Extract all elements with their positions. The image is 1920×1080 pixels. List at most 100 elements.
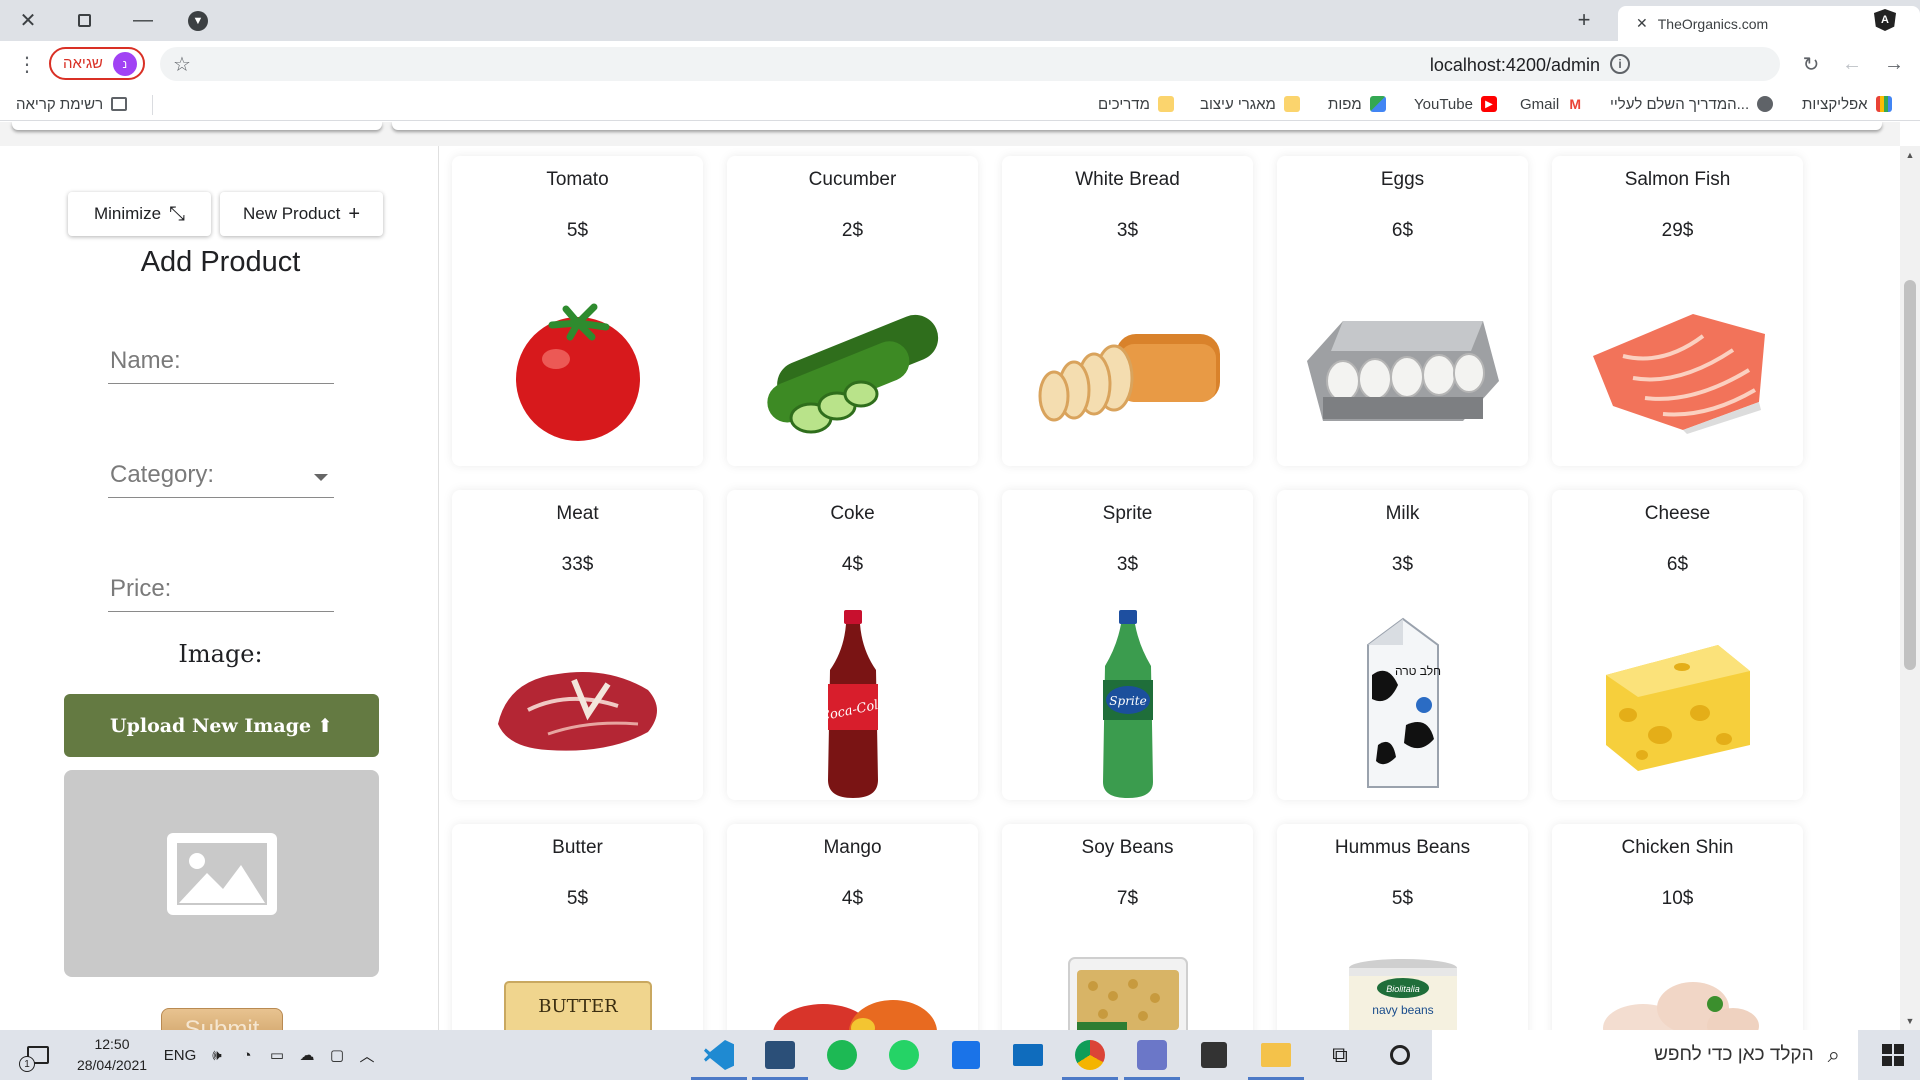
product-card-white-bread[interactable]: White Bread 3$ xyxy=(1002,156,1253,466)
beans-can-image: Biolitalia navy beans xyxy=(1348,959,1457,1030)
store-icon xyxy=(1201,1042,1227,1068)
calendar-app[interactable] xyxy=(946,1035,986,1075)
mongodb-compass-app[interactable] xyxy=(1124,1035,1180,1080)
site-info-icon[interactable]: i xyxy=(1610,54,1630,74)
wifi-icon[interactable]: ◔ xyxy=(234,1030,260,1080)
notification-count: 1 xyxy=(19,1056,35,1072)
cortana-button[interactable] xyxy=(1380,1035,1420,1075)
bookmark-design-repos[interactable]: מאגרי עיצוב xyxy=(1200,93,1300,115)
product-image: Coca-Cola xyxy=(727,610,978,800)
input-language[interactable]: ENG xyxy=(162,1030,198,1080)
submit-button[interactable]: Submit xyxy=(161,1008,283,1030)
product-price: 6$ xyxy=(1666,554,1689,575)
product-card-sprite[interactable]: Sprite 3$ Sprite xyxy=(1002,490,1253,800)
close-window-button[interactable]: ✕ xyxy=(0,0,56,41)
product-price: 29$ xyxy=(1661,220,1694,241)
product-card-meat[interactable]: Meat 33$ xyxy=(452,490,703,800)
price-field[interactable]: Price: xyxy=(108,564,334,612)
apps-grid-icon xyxy=(1875,96,1892,112)
start-button[interactable] xyxy=(1866,1030,1920,1080)
store-app[interactable] xyxy=(1194,1035,1234,1075)
product-card-coke[interactable]: Coke 4$ Coca-Cola xyxy=(727,490,978,800)
compass-icon xyxy=(1137,1040,1167,1070)
product-card-milk[interactable]: Milk 3$ חלב טרה xyxy=(1277,490,1528,800)
language-label: ENG xyxy=(163,1046,197,1064)
meet-now-icon[interactable]: ▢ xyxy=(324,1030,350,1080)
product-card-mango[interactable]: Mango 4$ xyxy=(727,824,978,1030)
menu-button[interactable]: ⋮ xyxy=(13,50,41,78)
cortana-icon xyxy=(1390,1045,1410,1065)
bookmark-guides[interactable]: מדריכים xyxy=(1098,93,1174,115)
beans-brand-text: Biolitalia xyxy=(1386,984,1420,994)
product-card-tomato[interactable]: Tomato 5$ xyxy=(452,156,703,466)
task-view-button[interactable]: ⧉ xyxy=(1320,1035,1360,1075)
tab-search-button[interactable]: ▼ xyxy=(170,0,226,41)
name-input[interactable] xyxy=(108,336,334,383)
vscode-app[interactable] xyxy=(691,1035,747,1080)
product-card-soy-beans[interactable]: Soy Beans 7$ xyxy=(1002,824,1253,1030)
scroll-thumb[interactable] xyxy=(1904,280,1916,670)
clock-date: 28/04/2021 xyxy=(76,1057,148,1073)
close-icon: ✕ xyxy=(19,10,37,32)
product-card-cucumber[interactable]: Cucumber 2$ xyxy=(727,156,978,466)
address-bar[interactable]: ☆ localhost:4200/admin i xyxy=(160,47,1780,81)
product-name: White Bread xyxy=(1075,169,1180,190)
new-tab-button[interactable]: + xyxy=(1570,6,1598,34)
back-button[interactable]: → xyxy=(1880,50,1908,78)
calendar-icon xyxy=(952,1041,980,1069)
milk-label-text: חלב טרה xyxy=(1394,664,1440,678)
scroll-down-icon[interactable]: ▼ xyxy=(1900,1012,1920,1030)
volume-icon[interactable]: 🕪 xyxy=(204,1030,230,1080)
notification-center-button[interactable]: 1 xyxy=(18,1030,58,1080)
bookmark-apps[interactable]: אפליקציות xyxy=(1802,93,1892,115)
product-card-eggs[interactable]: Eggs 6$ xyxy=(1277,156,1528,466)
arrow-right-icon: → xyxy=(1884,52,1904,75)
chevron-up-icon[interactable]: ︿ xyxy=(354,1030,380,1080)
mail-app[interactable] xyxy=(1008,1035,1048,1075)
restore-window-button[interactable] xyxy=(56,0,112,41)
product-price: 10$ xyxy=(1661,888,1694,909)
product-card-hummus-beans[interactable]: Hummus Beans 5$ Biolitalia navy beans xyxy=(1277,824,1528,1030)
product-image xyxy=(727,276,978,466)
product-card-cheese[interactable]: Cheese 6$ xyxy=(1552,490,1803,800)
windows-logo-icon xyxy=(1882,1044,1904,1066)
price-input[interactable] xyxy=(108,564,334,611)
taskbar-search[interactable]: הקלד כאן כדי לחפש ⌕ xyxy=(1432,1030,1858,1080)
page-scrollbar[interactable]: ▲ ▼ xyxy=(1900,146,1920,1030)
spotify-app[interactable] xyxy=(822,1035,862,1075)
bookmark-maps[interactable]: מפות xyxy=(1328,93,1386,115)
category-select[interactable]: Category: xyxy=(108,450,334,498)
new-product-button[interactable]: New Product + xyxy=(220,192,383,236)
file-explorer-app[interactable] xyxy=(1248,1035,1304,1080)
upload-image-button[interactable]: Upload New Image ⬆ xyxy=(64,694,379,757)
bookmark-gmail[interactable]: Gmail M xyxy=(1520,93,1584,115)
minimize-button[interactable]: Minimize ⤡ xyxy=(68,192,211,236)
product-name: Hummus Beans xyxy=(1334,837,1471,858)
onedrive-icon[interactable]: ☁ xyxy=(294,1030,320,1080)
ssms-app[interactable] xyxy=(752,1035,808,1080)
product-image xyxy=(1552,276,1803,466)
upload-label: Upload New Image xyxy=(110,714,312,737)
whatsapp-app[interactable] xyxy=(884,1035,924,1075)
product-name: Meat xyxy=(556,503,599,524)
forward-button[interactable]: ← xyxy=(1838,50,1866,78)
scroll-up-icon[interactable]: ▲ xyxy=(1900,146,1920,164)
reload-button[interactable]: ↻ xyxy=(1797,50,1825,78)
minimize-window-button[interactable]: — xyxy=(115,0,171,41)
product-card-chicken-shin[interactable]: Chicken Shin 10$ xyxy=(1552,824,1803,1030)
bookmark-youtube[interactable]: YouTube ▶ xyxy=(1414,93,1497,115)
bookmark-guide[interactable]: המדריך השלם לעליי... xyxy=(1610,93,1774,115)
battery-icon[interactable]: ▭ xyxy=(264,1030,290,1080)
product-card-salmon-fish[interactable]: Salmon Fish 29$ xyxy=(1552,156,1803,466)
coke-bottle-image: Coca-Cola xyxy=(818,610,887,798)
chrome-app[interactable] xyxy=(1062,1035,1118,1080)
tab-theorganics[interactable]: ✕ TheOrganics.com xyxy=(1618,6,1920,41)
product-card-butter[interactable]: Butter 5$ BUTTER xyxy=(452,824,703,1030)
reading-list-button[interactable]: רשימת קריאה xyxy=(16,93,128,115)
name-field[interactable]: Name: xyxy=(108,336,334,384)
product-price: 5$ xyxy=(566,888,589,909)
tab-close-icon[interactable]: ✕ xyxy=(1636,15,1648,32)
bookmark-star-icon[interactable]: ☆ xyxy=(168,50,196,78)
system-clock[interactable]: 12:50 28/04/2021 xyxy=(66,1034,158,1076)
profile-button[interactable]: שגיאה נ xyxy=(49,47,145,80)
